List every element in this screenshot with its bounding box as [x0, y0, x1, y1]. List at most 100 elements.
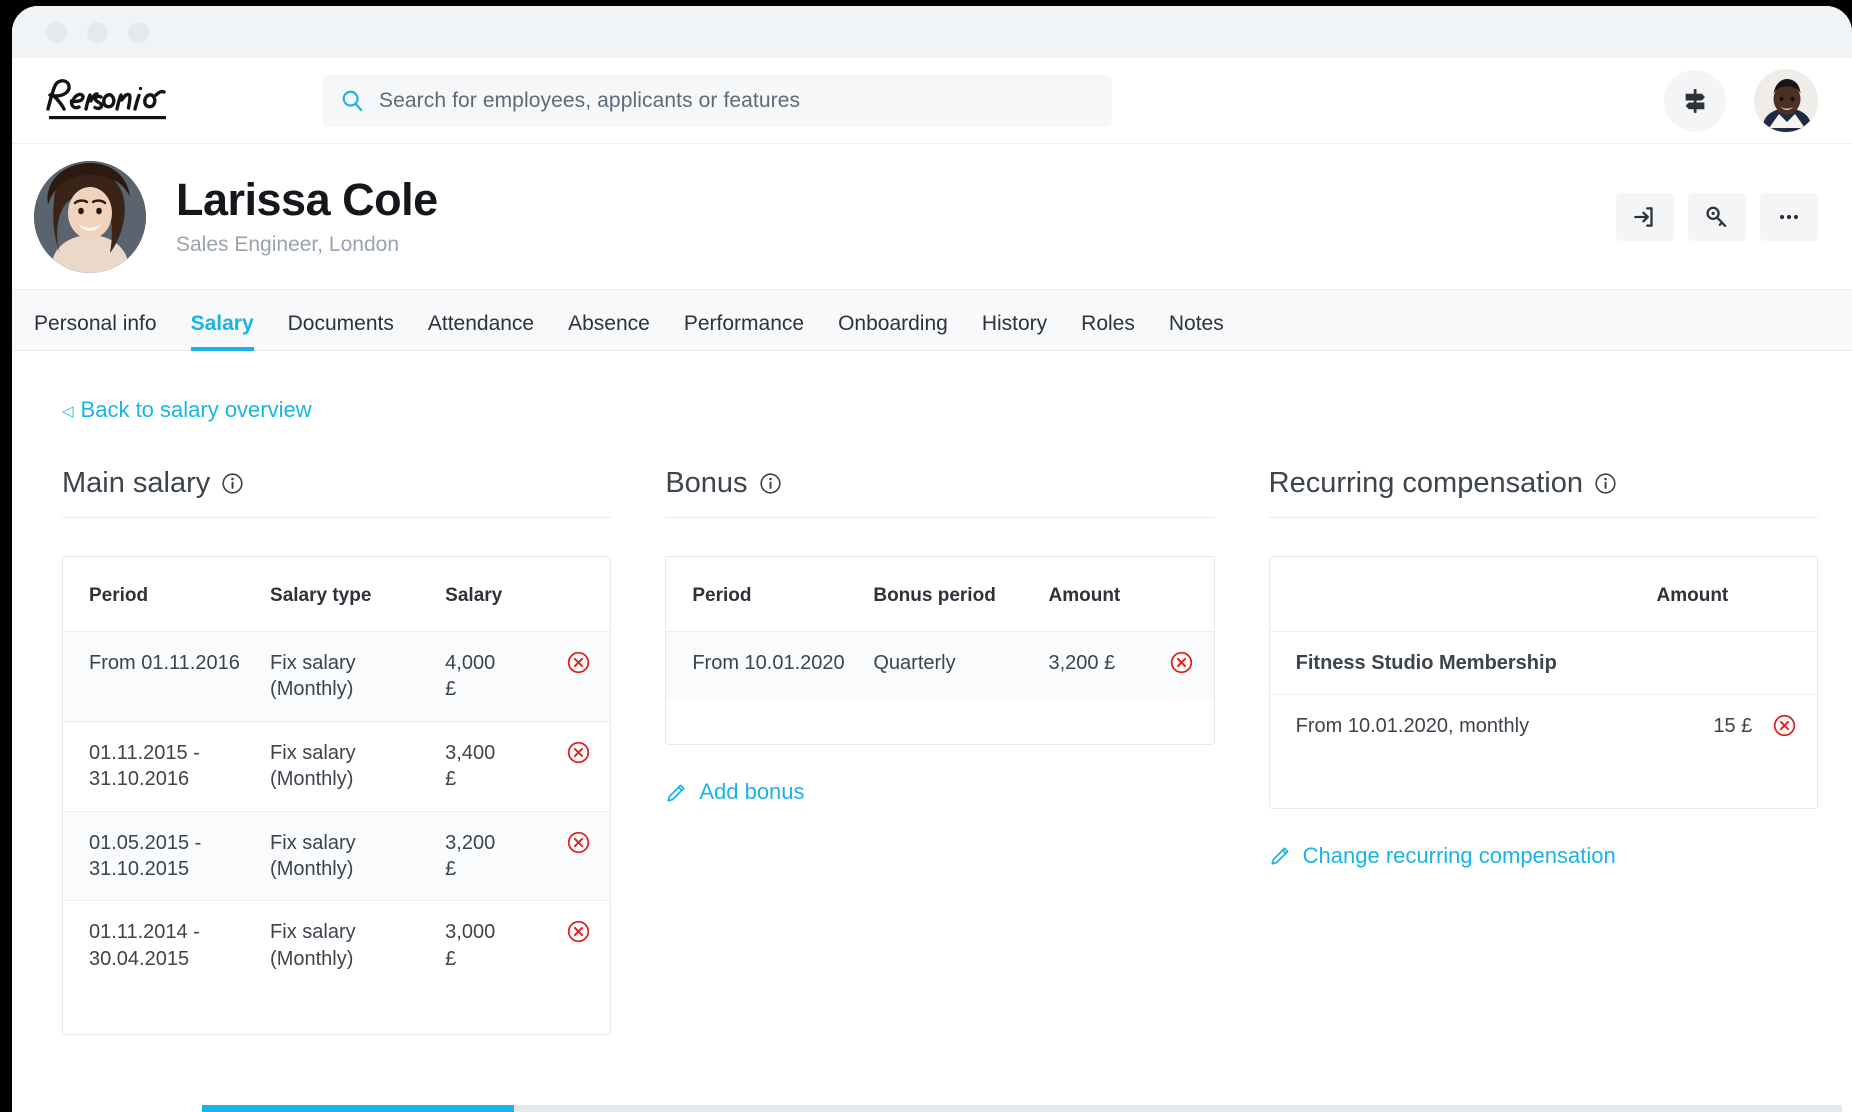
- card-footer-space: [1269, 763, 1817, 808]
- change-recurring-compensation-link[interactable]: Change recurring compensation: [1269, 843, 1616, 869]
- col-bonus-period: Bonus period: [863, 557, 1039, 632]
- tab-salary[interactable]: Salary: [174, 312, 271, 351]
- window-close-dot[interactable]: [46, 21, 67, 43]
- table-row: From 10.01.2020, monthly 15 £: [1270, 695, 1817, 764]
- employee-avatar[interactable]: [34, 160, 146, 273]
- cell-salary: 3,200 £: [435, 811, 556, 902]
- col-actions: [1762, 557, 1817, 632]
- account-avatar[interactable]: [1754, 68, 1818, 133]
- change-recurring-label: Change recurring compensation: [1302, 842, 1616, 868]
- cell-delete: [1762, 695, 1817, 764]
- tab-onboarding[interactable]: Onboarding: [821, 312, 965, 350]
- col-period: Period: [666, 557, 864, 632]
- key-icon: [1706, 206, 1727, 227]
- col-amount: Amount: [1038, 557, 1159, 632]
- salary-columns: Main salary Period Salary type Salary Fr…: [62, 467, 1818, 1036]
- cell-salary-type: Fix salary (Monthly): [260, 721, 436, 812]
- tab-documents[interactable]: Documents: [271, 312, 411, 350]
- col-salary-type: Salary type: [260, 557, 436, 632]
- table-header-row: Amount: [1269, 557, 1817, 632]
- window-minimize-dot[interactable]: [87, 21, 108, 43]
- window-maximize-dot[interactable]: [128, 21, 149, 43]
- main-salary-table: Period Salary type Salary From 01.11.201…: [63, 557, 611, 990]
- table-row: From 01.11.2016 Fix salary (Monthly) 4,0…: [63, 631, 611, 722]
- cell-amount: 3,200 £: [1038, 631, 1159, 701]
- signpost-icon[interactable]: [1664, 69, 1726, 132]
- cell-delete: [555, 631, 611, 722]
- table-header-row: Period Bonus period Amount: [666, 557, 1214, 632]
- col-period: Period: [63, 557, 261, 632]
- tab-absence[interactable]: Absence: [551, 312, 667, 350]
- delete-circle-icon[interactable]: [566, 830, 591, 855]
- add-bonus-label: Add bonus: [699, 779, 805, 805]
- arrow-into-door-icon: [1634, 206, 1653, 227]
- app-window: Search for employees, applicants or feat…: [12, 6, 1852, 1112]
- col-amount: Amount: [1614, 557, 1763, 632]
- cell-delete: [555, 721, 611, 812]
- bonus-card: Period Bonus period Amount From 10.01.20…: [665, 556, 1215, 746]
- employee-role-location: Sales Engineer, London: [176, 232, 400, 256]
- tab-notes[interactable]: Notes: [1152, 312, 1241, 350]
- cell-period: From 01.11.2016: [63, 631, 261, 722]
- cell-salary-type: Fix salary (Monthly): [270, 921, 356, 970]
- back-to-salary-overview-link[interactable]: ◁ Back to salary overview: [62, 397, 312, 423]
- table-row: 01.05.2015 - 31.10.2015 Fix salary (Mont…: [63, 811, 611, 902]
- profile-action-buttons: [1616, 192, 1818, 241]
- tab-history[interactable]: History: [965, 312, 1064, 350]
- topbar-actions: [1664, 68, 1818, 133]
- main-salary-heading: Main salary: [62, 467, 612, 518]
- delete-circle-icon[interactable]: [566, 740, 591, 765]
- cell-delete: [555, 811, 611, 902]
- table-group-row: Fitness Studio Membership: [1269, 631, 1817, 696]
- bonus-table: Period Bonus period Amount From 10.01.20…: [666, 557, 1214, 701]
- cell-period: 01.11.2015 - 31.10.2016: [63, 721, 261, 812]
- cell-delete: [556, 901, 611, 990]
- cell-period: 01.05.2015 - 31.10.2015: [63, 811, 261, 902]
- page-title: Larissa Cole: [176, 174, 438, 226]
- page-progress-bar: [202, 1105, 1842, 1112]
- cell-salary-type: Fix salary (Monthly): [260, 811, 436, 902]
- employee-tabs: Personal info Salary Documents Attendanc…: [12, 289, 1852, 351]
- bonus-section: Bonus Period Bonus period Amount From 10…: [665, 467, 1215, 809]
- search-input[interactable]: Search for employees, applicants or feat…: [379, 89, 800, 113]
- pencil-icon: [1269, 844, 1292, 867]
- employee-profile-header: Larissa Cole Sales Engineer, London: [12, 144, 1852, 289]
- cell-period: From 10.01.2020, monthly: [1295, 715, 1530, 738]
- global-search-bar[interactable]: Search for employees, applicants or feat…: [322, 74, 1112, 127]
- info-icon[interactable]: [1594, 472, 1617, 495]
- recurring-table: Amount Fitness Studio Membership From 10…: [1269, 557, 1817, 764]
- bonus-title: Bonus: [665, 467, 748, 499]
- window-titlebar: [12, 6, 1852, 58]
- tab-personal-info[interactable]: Personal info: [34, 312, 174, 350]
- col-actions: [1158, 557, 1214, 632]
- col-actions: [555, 557, 611, 632]
- recurring-card: Amount Fitness Studio Membership From 10…: [1268, 556, 1818, 809]
- recurring-title: Recurring compensation: [1268, 467, 1583, 499]
- login-as-employee-button[interactable]: [1616, 192, 1674, 241]
- page-progress-fill: [202, 1105, 514, 1112]
- back-link-label: Back to salary overview: [80, 397, 312, 422]
- search-icon: [340, 88, 365, 113]
- delete-circle-icon[interactable]: [1169, 650, 1194, 675]
- info-icon[interactable]: [221, 472, 244, 495]
- reset-password-button[interactable]: [1688, 192, 1746, 241]
- delete-circle-icon[interactable]: [1772, 713, 1797, 738]
- delete-circle-icon[interactable]: [566, 650, 591, 675]
- recurring-group-label: Fitness Studio Membership: [1269, 631, 1817, 696]
- col-blank: [1269, 557, 1615, 632]
- employee-identity: Larissa Cole Sales Engineer, London: [176, 176, 438, 257]
- info-icon[interactable]: [759, 472, 782, 495]
- more-options-button[interactable]: [1760, 192, 1818, 241]
- pencil-icon: [665, 781, 688, 804]
- salary-page-content: ◁ Back to salary overview Main salary Pe…: [12, 351, 1852, 1112]
- tab-attendance[interactable]: Attendance: [411, 312, 551, 350]
- top-navigation-bar: Search for employees, applicants or feat…: [12, 58, 1852, 144]
- delete-circle-icon[interactable]: [566, 919, 591, 944]
- ellipsis-icon: [1779, 214, 1799, 219]
- add-bonus-link[interactable]: Add bonus: [665, 779, 805, 805]
- personio-logo[interactable]: [34, 75, 194, 127]
- cell-salary: 4,000 £: [435, 631, 556, 722]
- tab-performance[interactable]: Performance: [667, 312, 821, 350]
- tab-roles[interactable]: Roles: [1064, 312, 1152, 350]
- cell-period: 01.11.2014 - 30.04.2015: [89, 921, 200, 970]
